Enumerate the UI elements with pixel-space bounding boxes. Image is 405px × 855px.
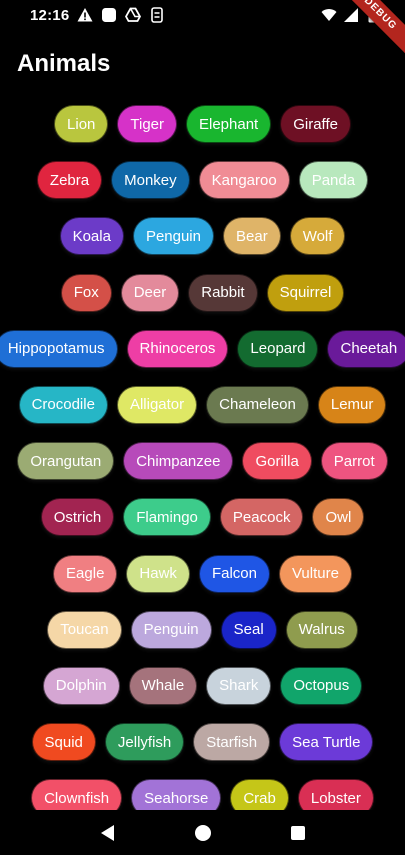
animal-chip-peacock[interactable]: Peacock (219, 498, 304, 537)
cell-signal-icon (344, 8, 358, 22)
page-title: Animals (17, 50, 111, 77)
status-bar: 12:16 (0, 0, 405, 30)
status-left: 12:16 (30, 7, 165, 24)
animal-chip-orangutan[interactable]: Orangutan (17, 442, 115, 481)
animal-chip-deer[interactable]: Deer (120, 273, 180, 312)
animal-chip-tiger[interactable]: Tiger (117, 105, 177, 143)
warning-icon (77, 8, 93, 22)
chip-row: Ostrich Flamingo Peacock Owl (0, 498, 405, 537)
animal-chip-rabbit[interactable]: Rabbit (188, 273, 258, 312)
animal-chip-lion[interactable]: Lion (54, 105, 109, 143)
chip-row: Fox Deer Rabbit Squirrel (0, 273, 405, 312)
wifi-icon (321, 9, 337, 21)
animal-chip-toucan[interactable]: Toucan (47, 610, 122, 649)
animal-chip-shark[interactable]: Shark (206, 666, 272, 705)
animal-chip-owl[interactable]: Owl (312, 498, 365, 537)
animal-chip-crocodile[interactable]: Crocodile (18, 385, 108, 424)
animal-chip-falcon[interactable]: Falcon (198, 554, 270, 593)
chip-row: Hippopotamus Rhinoceros Leopard Cheetah (0, 329, 405, 368)
animal-chip-starfish[interactable]: Starfish (193, 723, 271, 762)
animal-chip-whale[interactable]: Whale (128, 666, 198, 705)
animal-chip-hippopotamus[interactable]: Hippopotamus (0, 329, 118, 368)
animal-chip-eagle[interactable]: Eagle (53, 554, 118, 593)
recents-icon (290, 825, 305, 840)
animal-chip-penguin[interactable]: Penguin (132, 217, 214, 256)
animal-chip-hawk[interactable]: Hawk (126, 554, 190, 593)
animal-chip-elephant[interactable]: Elephant (186, 105, 272, 143)
home-button[interactable] (192, 822, 214, 844)
animal-chip-alligator[interactable]: Alligator (116, 385, 198, 424)
system-nav-bar (0, 810, 405, 855)
animal-chip-jellyfish[interactable]: Jellyfish (104, 723, 185, 762)
animal-chip-rhinoceros[interactable]: Rhinoceros (126, 329, 229, 368)
animal-chip-panda[interactable]: Panda (298, 161, 369, 200)
chip-row: Koala Penguin Bear Wolf (0, 217, 405, 256)
animal-chip-kangaroo[interactable]: Kangaroo (198, 161, 290, 200)
sync-icon (151, 7, 164, 23)
animal-chip-zebra[interactable]: Zebra (36, 161, 103, 200)
square-icon (102, 8, 117, 22)
animal-chip-squirrel[interactable]: Squirrel (266, 273, 345, 312)
chip-row: Dolphin Whale Shark Octopus (0, 666, 405, 705)
animal-chip-gorilla[interactable]: Gorilla (242, 442, 312, 481)
chip-row: Zebra Monkey Kangaroo Panda (0, 161, 405, 200)
back-button[interactable] (97, 822, 119, 844)
animal-chip-koala[interactable]: Koala (59, 217, 124, 256)
animal-chip-parrot[interactable]: Parrot (320, 442, 388, 481)
recents-button[interactable] (287, 822, 309, 844)
home-icon (194, 824, 211, 841)
animal-chip-giraffe[interactable]: Giraffe (280, 105, 351, 143)
animal-chip-clownfish[interactable]: Clownfish (31, 779, 123, 810)
chip-row: Eagle Hawk Falcon Vulture (0, 554, 405, 593)
animal-chip-flamingo[interactable]: Flamingo (123, 498, 211, 537)
animal-chip-seahorse[interactable]: Seahorse (131, 779, 222, 810)
animal-chip-chameleon[interactable]: Chameleon (206, 385, 309, 424)
chip-row: Toucan Penguin Seal Walrus (0, 610, 405, 649)
animal-chip-squid[interactable]: Squid (31, 723, 96, 762)
animal-chip-walrus[interactable]: Walrus (285, 610, 358, 649)
animal-chip-chimpanzee[interactable]: Chimpanzee (123, 442, 234, 481)
animal-chip-ostrich[interactable]: Ostrich (40, 498, 115, 537)
animal-chip-leopard[interactable]: Leopard (237, 329, 319, 368)
animal-chip-list[interactable]: Lion Tiger Elephant Giraffe Zebra Monkey Kanga… (0, 105, 405, 810)
animal-chip-wolf[interactable]: Wolf (289, 217, 346, 256)
chip-row: Squid Jellyfish Starfish Sea Turtle (0, 723, 405, 762)
chip-row: Orangutan Chimpanzee Gorilla Parrot (0, 442, 405, 481)
animal-chip-seal[interactable]: Seal (220, 610, 277, 649)
animal-chip-lemur[interactable]: Lemur (317, 385, 387, 424)
animal-chip-bear[interactable]: Bear (223, 217, 281, 256)
status-time: 12:16 (30, 6, 70, 24)
animal-chip-fox[interactable]: Fox (60, 273, 112, 312)
animal-chip-crab[interactable]: Crab (230, 779, 289, 810)
chip-row: Lion Tiger Elephant Giraffe (0, 105, 405, 143)
animal-chip-lobster[interactable]: Lobster (297, 779, 374, 810)
animal-chip-dolphin[interactable]: Dolphin (42, 666, 120, 705)
chip-row: Crocodile Alligator Chameleon Lemur (0, 385, 405, 424)
back-icon (100, 824, 114, 841)
drive-icon (125, 7, 142, 22)
animal-chip-octopus[interactable]: Octopus (280, 666, 363, 705)
animal-chip-cheetah[interactable]: Cheetah (327, 329, 405, 368)
animal-chip-vulture[interactable]: Vulture (278, 554, 352, 593)
animal-chip-sea-turtle[interactable]: Sea Turtle (279, 723, 374, 762)
animal-chip-penguin[interactable]: Penguin (130, 610, 212, 649)
animal-chip-monkey[interactable]: Monkey (111, 161, 190, 200)
chip-row: Clownfish Seahorse Crab Lobster (0, 779, 405, 810)
